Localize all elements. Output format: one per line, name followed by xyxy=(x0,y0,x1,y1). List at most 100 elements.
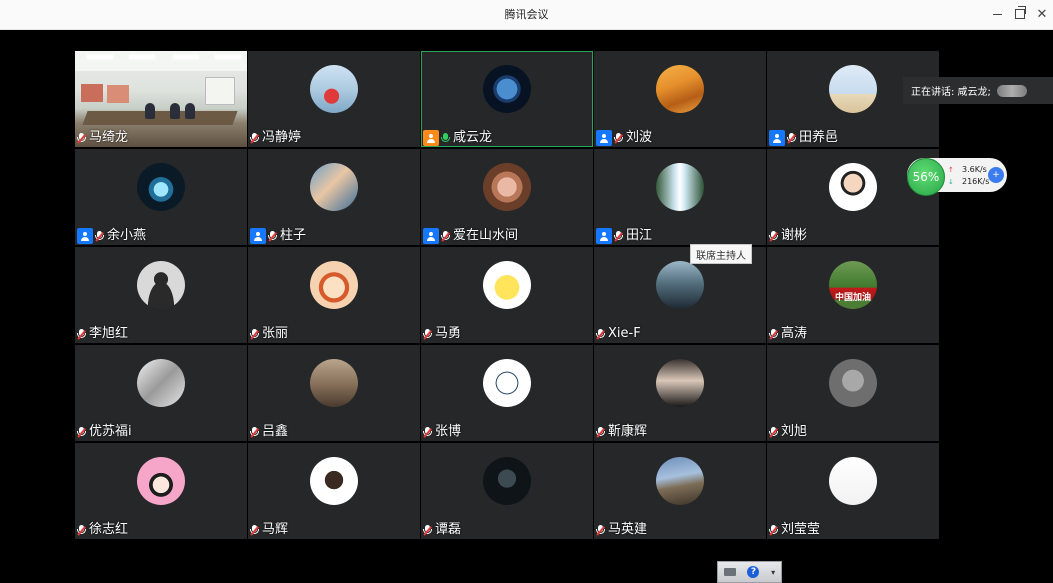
participant-name: 张丽 xyxy=(262,326,289,341)
participant-tile[interactable]: 徐志红 xyxy=(75,443,247,539)
restore-button[interactable] xyxy=(1009,3,1031,25)
avatar-girl-sitting xyxy=(310,65,358,113)
avatar-dark-figure xyxy=(483,457,531,505)
mic-muted-icon xyxy=(787,132,796,144)
participant-name: 刘波 xyxy=(626,130,653,145)
mic-muted-icon xyxy=(95,230,104,242)
mic-muted-icon xyxy=(423,426,432,438)
participant-name: 吕鑫 xyxy=(262,424,289,439)
chevron-down-icon[interactable]: ▾ xyxy=(771,568,775,577)
participant-tile[interactable]: 柱子 xyxy=(248,149,420,245)
participant-tile[interactable]: 马英建 xyxy=(594,443,766,539)
network-speed-widget[interactable]: 56% ↑ 3.6K/s ↓ 216K/s + xyxy=(907,158,1007,196)
participant-tile[interactable]: 马辉 xyxy=(248,443,420,539)
participant-name: 徐志红 xyxy=(89,522,129,537)
participant-tile[interactable]: 刘旭 xyxy=(767,345,939,441)
participant-name: Xie-F xyxy=(608,326,641,341)
participant-tile[interactable]: 李旭红 xyxy=(75,247,247,343)
name-bar: 徐志红 xyxy=(75,521,128,539)
name-bar: 冯静婷 xyxy=(248,129,301,147)
avatar-glowing-cup xyxy=(137,163,185,211)
name-bar: 高涛 xyxy=(767,325,807,343)
mic-muted-icon xyxy=(423,328,432,340)
speaking-label: 正在讲话: 咸云龙; xyxy=(911,87,991,98)
mic-muted-icon xyxy=(596,328,605,340)
camera-ceiling-light xyxy=(215,55,241,59)
mic-muted-icon xyxy=(596,426,605,438)
avatar-sunset-figure xyxy=(310,359,358,407)
name-bar: 刘波 xyxy=(594,129,652,147)
boost-icon[interactable]: + xyxy=(988,167,1004,183)
participant-tile[interactable]: 刘莹莹 xyxy=(767,443,939,539)
camera-window xyxy=(81,84,103,102)
camera-person xyxy=(145,103,155,119)
participant-tile[interactable]: 中国加油高涛 xyxy=(767,247,939,343)
help-icon[interactable]: ? xyxy=(747,566,760,578)
camera-ceiling-light xyxy=(87,55,113,59)
participant-tile[interactable]: 田江 xyxy=(594,149,766,245)
camera-ceiling-light xyxy=(129,55,155,59)
name-bar: 刘莹莹 xyxy=(767,521,820,539)
mic-muted-icon xyxy=(769,230,778,242)
mic-muted-icon xyxy=(423,524,432,536)
minimize-icon xyxy=(992,13,1002,15)
minimize-button[interactable] xyxy=(986,3,1008,25)
cohost-badge-icon xyxy=(250,228,266,244)
keyboard-icon[interactable] xyxy=(723,568,736,576)
close-button[interactable]: ✕ xyxy=(1031,3,1053,25)
mic-muted-icon xyxy=(77,524,86,536)
avatar-sketch xyxy=(829,457,877,505)
cohost-badge-icon xyxy=(423,228,439,244)
name-bar: 张博 xyxy=(421,423,461,441)
cohost-badge-icon xyxy=(596,228,612,244)
participant-tile[interactable]: 靳康辉 xyxy=(594,345,766,441)
participant-tile[interactable]: 张博 xyxy=(421,345,593,441)
participant-name: 张博 xyxy=(435,424,462,439)
mic-muted-icon xyxy=(769,426,778,438)
camera-whiteboard xyxy=(205,77,235,105)
participant-name: 高涛 xyxy=(781,326,808,341)
participant-tile[interactable]: 马勇 xyxy=(421,247,593,343)
participant-name: 谢彬 xyxy=(781,228,808,243)
avatar-man-suit xyxy=(656,359,704,407)
participant-tile[interactable]: 优苏福i xyxy=(75,345,247,441)
name-bar: 刘旭 xyxy=(767,423,807,441)
mic-muted-icon xyxy=(250,524,259,536)
participant-name: 马勇 xyxy=(435,326,462,341)
mic-muted-icon xyxy=(250,328,259,340)
name-bar: 咸云龙 xyxy=(421,129,492,147)
person-icon xyxy=(427,231,435,241)
participant-name: 优苏福i xyxy=(89,424,132,439)
avatar-kids-running xyxy=(829,65,877,113)
participant-tile[interactable]: 谭磊 xyxy=(421,443,593,539)
name-bar: 余小燕 xyxy=(75,227,146,245)
participant-tile[interactable]: 咸云龙 xyxy=(421,51,593,147)
avatar-text: 中国加油 xyxy=(834,293,871,303)
mic-muted-icon xyxy=(77,426,86,438)
participant-tile[interactable]: 余小燕 xyxy=(75,149,247,245)
participant-tile[interactable]: 冯静婷 xyxy=(248,51,420,147)
participant-name: 靳康辉 xyxy=(608,424,648,439)
participant-name: 田养邑 xyxy=(799,130,839,145)
participant-tile[interactable]: 张丽 xyxy=(248,247,420,343)
name-bar: 柱子 xyxy=(248,227,306,245)
avatar-desert xyxy=(656,65,704,113)
avatar-bw-photo xyxy=(137,359,185,407)
participant-tile[interactable]: 爱在山水间 xyxy=(421,149,593,245)
window-title: 腾讯会议 xyxy=(504,8,549,21)
name-bar: 爱在山水间 xyxy=(421,227,518,245)
participant-tile-camera[interactable]: 马绮龙 xyxy=(75,51,247,147)
floating-toolbar: ? ▾ xyxy=(717,561,782,583)
participant-name: 刘莹莹 xyxy=(781,522,821,537)
avatar-hands xyxy=(310,163,358,211)
participant-tile[interactable]: 刘波 xyxy=(594,51,766,147)
camera-table xyxy=(82,111,238,125)
name-bar: 吕鑫 xyxy=(248,423,288,441)
participant-tile[interactable]: 吕鑫 xyxy=(248,345,420,441)
name-bar: 田养邑 xyxy=(767,129,838,147)
name-bar: Xie-F xyxy=(594,325,641,343)
avatar-man-portrait xyxy=(656,261,704,309)
mic-muted-icon xyxy=(268,230,277,242)
person-icon xyxy=(773,133,781,143)
cohost-badge-icon xyxy=(769,130,785,146)
